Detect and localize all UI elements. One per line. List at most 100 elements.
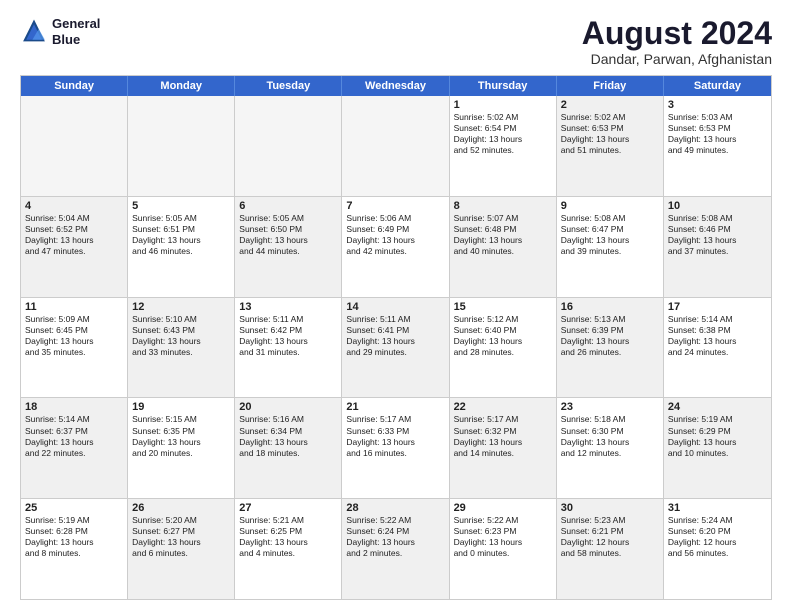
empty-cell-0-1 <box>128 96 235 196</box>
cell-info-line: Sunrise: 5:11 AM <box>346 314 444 325</box>
cell-info-line: Sunrise: 5:12 AM <box>454 314 552 325</box>
day-cell-15: 15Sunrise: 5:12 AMSunset: 6:40 PMDayligh… <box>450 298 557 398</box>
page: General Blue August 2024 Dandar, Parwan,… <box>0 0 792 612</box>
empty-cell-0-3 <box>342 96 449 196</box>
day-number: 27 <box>239 502 337 514</box>
cell-info-line: Sunrise: 5:05 AM <box>239 213 337 224</box>
cell-info-line: and 16 minutes. <box>346 448 444 459</box>
cell-info-line: Daylight: 13 hours <box>25 437 123 448</box>
cell-info-line: Sunset: 6:28 PM <box>25 526 123 537</box>
day-number: 15 <box>454 301 552 313</box>
cell-info-line: Sunrise: 5:09 AM <box>25 314 123 325</box>
cell-info-line: and 58 minutes. <box>561 548 659 559</box>
day-number: 22 <box>454 401 552 413</box>
subtitle: Dandar, Parwan, Afghanistan <box>582 51 772 67</box>
cell-info-line: Sunset: 6:47 PM <box>561 224 659 235</box>
day-number: 19 <box>132 401 230 413</box>
calendar-row-4: 25Sunrise: 5:19 AMSunset: 6:28 PMDayligh… <box>21 498 771 599</box>
cell-info-line: and 46 minutes. <box>132 246 230 257</box>
cell-info-line: Sunset: 6:24 PM <box>346 526 444 537</box>
cell-info-line: Sunrise: 5:21 AM <box>239 515 337 526</box>
day-cell-8: 8Sunrise: 5:07 AMSunset: 6:48 PMDaylight… <box>450 197 557 297</box>
cell-info-line: and 24 minutes. <box>668 347 767 358</box>
cell-info-line: Daylight: 13 hours <box>668 336 767 347</box>
cell-info-line: and 12 minutes. <box>561 448 659 459</box>
cell-info-line: Sunrise: 5:05 AM <box>132 213 230 224</box>
cell-info-line: Sunrise: 5:15 AM <box>132 414 230 425</box>
cell-info-line: Daylight: 13 hours <box>346 336 444 347</box>
cell-info-line: and 47 minutes. <box>25 246 123 257</box>
cell-info-line: Sunset: 6:32 PM <box>454 426 552 437</box>
cell-info-line: and 37 minutes. <box>668 246 767 257</box>
cell-info-line: Sunrise: 5:02 AM <box>454 112 552 123</box>
day-number: 4 <box>25 200 123 212</box>
cell-info-line: Sunset: 6:25 PM <box>239 526 337 537</box>
day-cell-9: 9Sunrise: 5:08 AMSunset: 6:47 PMDaylight… <box>557 197 664 297</box>
cell-info-line: and 56 minutes. <box>668 548 767 559</box>
cell-info-line: Sunset: 6:37 PM <box>25 426 123 437</box>
day-cell-25: 25Sunrise: 5:19 AMSunset: 6:28 PMDayligh… <box>21 499 128 599</box>
cell-info-line: Sunset: 6:29 PM <box>668 426 767 437</box>
day-number: 18 <box>25 401 123 413</box>
cell-info-line: Sunset: 6:38 PM <box>668 325 767 336</box>
cell-info-line: and 35 minutes. <box>25 347 123 358</box>
cell-info-line: and 51 minutes. <box>561 145 659 156</box>
calendar-body: 1Sunrise: 5:02 AMSunset: 6:54 PMDaylight… <box>21 96 771 599</box>
day-cell-17: 17Sunrise: 5:14 AMSunset: 6:38 PMDayligh… <box>664 298 771 398</box>
day-cell-11: 11Sunrise: 5:09 AMSunset: 6:45 PMDayligh… <box>21 298 128 398</box>
cell-info-line: Daylight: 13 hours <box>561 134 659 145</box>
day-number: 14 <box>346 301 444 313</box>
calendar-row-1: 4Sunrise: 5:04 AMSunset: 6:52 PMDaylight… <box>21 196 771 297</box>
day-number: 1 <box>454 99 552 111</box>
cell-info-line: and 52 minutes. <box>454 145 552 156</box>
cell-info-line: Daylight: 13 hours <box>454 235 552 246</box>
cell-info-line: and 8 minutes. <box>25 548 123 559</box>
day-number: 30 <box>561 502 659 514</box>
day-cell-12: 12Sunrise: 5:10 AMSunset: 6:43 PMDayligh… <box>128 298 235 398</box>
header: General Blue August 2024 Dandar, Parwan,… <box>20 16 772 67</box>
day-cell-4: 4Sunrise: 5:04 AMSunset: 6:52 PMDaylight… <box>21 197 128 297</box>
cell-info-line: and 42 minutes. <box>346 246 444 257</box>
cell-info-line: Sunrise: 5:08 AM <box>668 213 767 224</box>
day-number: 24 <box>668 401 767 413</box>
cell-info-line: Sunrise: 5:03 AM <box>668 112 767 123</box>
day-number: 11 <box>25 301 123 313</box>
cell-info-line: Sunrise: 5:08 AM <box>561 213 659 224</box>
cell-info-line: and 18 minutes. <box>239 448 337 459</box>
day-cell-28: 28Sunrise: 5:22 AMSunset: 6:24 PMDayligh… <box>342 499 449 599</box>
day-number: 17 <box>668 301 767 313</box>
day-cell-5: 5Sunrise: 5:05 AMSunset: 6:51 PMDaylight… <box>128 197 235 297</box>
cell-info-line: Sunset: 6:46 PM <box>668 224 767 235</box>
cell-info-line: Sunset: 6:50 PM <box>239 224 337 235</box>
cell-info-line: Sunrise: 5:07 AM <box>454 213 552 224</box>
day-number: 20 <box>239 401 337 413</box>
cell-info-line: Sunset: 6:20 PM <box>668 526 767 537</box>
day-number: 25 <box>25 502 123 514</box>
cell-info-line: Sunset: 6:41 PM <box>346 325 444 336</box>
cell-info-line: and 4 minutes. <box>239 548 337 559</box>
cell-info-line: Daylight: 13 hours <box>454 336 552 347</box>
cell-info-line: Daylight: 13 hours <box>239 537 337 548</box>
cell-info-line: Sunrise: 5:10 AM <box>132 314 230 325</box>
day-cell-27: 27Sunrise: 5:21 AMSunset: 6:25 PMDayligh… <box>235 499 342 599</box>
day-number: 2 <box>561 99 659 111</box>
cell-info-line: Daylight: 13 hours <box>668 437 767 448</box>
cell-info-line: Sunrise: 5:24 AM <box>668 515 767 526</box>
cell-info-line: Daylight: 13 hours <box>454 537 552 548</box>
cell-info-line: Daylight: 13 hours <box>239 336 337 347</box>
header-day-wednesday: Wednesday <box>342 76 449 96</box>
cell-info-line: Sunrise: 5:17 AM <box>454 414 552 425</box>
cell-info-line: Sunset: 6:52 PM <box>25 224 123 235</box>
cell-info-line: Daylight: 13 hours <box>132 437 230 448</box>
cell-info-line: and 10 minutes. <box>668 448 767 459</box>
day-cell-1: 1Sunrise: 5:02 AMSunset: 6:54 PMDaylight… <box>450 96 557 196</box>
cell-info-line: Daylight: 13 hours <box>239 437 337 448</box>
cell-info-line: and 26 minutes. <box>561 347 659 358</box>
day-number: 12 <box>132 301 230 313</box>
calendar: SundayMondayTuesdayWednesdayThursdayFrid… <box>20 75 772 600</box>
day-cell-29: 29Sunrise: 5:22 AMSunset: 6:23 PMDayligh… <box>450 499 557 599</box>
day-number: 6 <box>239 200 337 212</box>
cell-info-line: Daylight: 13 hours <box>346 537 444 548</box>
cell-info-line: and 20 minutes. <box>132 448 230 459</box>
day-cell-30: 30Sunrise: 5:23 AMSunset: 6:21 PMDayligh… <box>557 499 664 599</box>
